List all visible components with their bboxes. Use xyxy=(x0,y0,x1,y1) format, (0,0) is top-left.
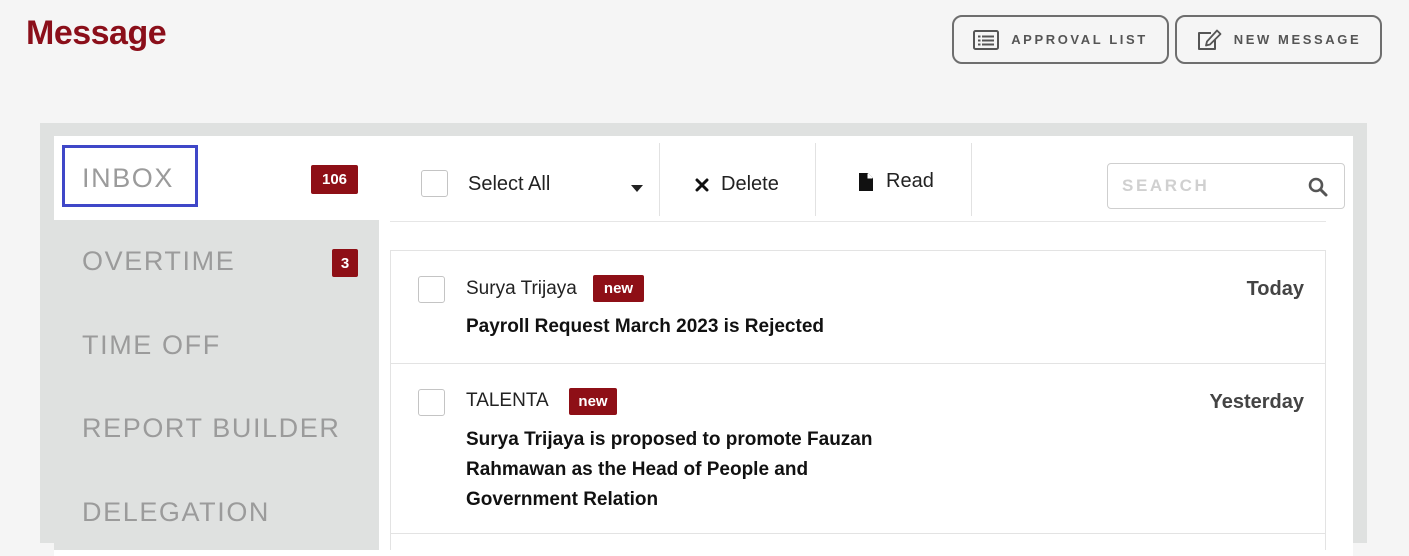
search-input[interactable] xyxy=(1122,172,1302,200)
list-item[interactable]: Surya Trijaya new Payroll Request March … xyxy=(391,251,1325,364)
delete-button[interactable]: Delete xyxy=(695,173,779,196)
message-checkbox[interactable] xyxy=(418,389,445,416)
edit-icon xyxy=(1196,29,1222,51)
sidebar-item-report-builder[interactable]: REPORT BUILDER xyxy=(82,413,340,444)
sidebar-item-inbox[interactable]: INBOX xyxy=(82,163,174,194)
message-sender: TALENTA xyxy=(466,390,549,411)
list-item[interactable]: TALENTA new Surya Trijaya is proposed to… xyxy=(391,364,1325,534)
message-subject-line: Government Relation xyxy=(466,489,659,510)
list-icon xyxy=(973,29,1000,50)
message-list: Surya Trijaya new Payroll Request March … xyxy=(390,250,1326,550)
toolbar-divider-line xyxy=(390,221,1326,222)
search-box xyxy=(1107,163,1345,209)
search-icon[interactable] xyxy=(1308,177,1328,202)
toolbar-divider xyxy=(971,143,972,216)
read-label: Read xyxy=(886,170,934,192)
toolbar-divider xyxy=(815,143,816,216)
inbox-count-badge: 106 xyxy=(311,165,358,194)
close-icon xyxy=(695,178,709,192)
message-date: Today xyxy=(1246,278,1304,300)
message-subject-line: Rahmawan as the Head of People and xyxy=(466,459,809,480)
document-icon xyxy=(858,172,874,192)
message-panel: INBOX 106 OVERTIME 3 TIME OFF REPORT BUI… xyxy=(40,123,1367,556)
select-all-label[interactable]: Select All xyxy=(468,173,550,196)
new-badge: new xyxy=(569,388,617,415)
select-all-checkbox[interactable] xyxy=(421,170,448,197)
read-button[interactable]: Read xyxy=(858,170,934,193)
sidebar-item-overtime[interactable]: OVERTIME xyxy=(82,246,235,277)
message-subject: Payroll Request March 2023 is Rejected xyxy=(466,316,824,337)
message-sender: Surya Trijaya xyxy=(466,278,577,299)
new-message-label: NEW MESSAGE xyxy=(1233,32,1362,47)
new-message-button[interactable]: NEW MESSAGE xyxy=(1175,15,1382,64)
delete-label: Delete xyxy=(721,173,779,195)
toolbar-divider xyxy=(659,143,660,216)
sidebar: OVERTIME 3 TIME OFF REPORT BUILDER DELEG… xyxy=(54,220,379,550)
overtime-count-badge: 3 xyxy=(332,249,358,277)
sidebar-item-time-off[interactable]: TIME OFF xyxy=(82,330,221,361)
message-checkbox[interactable] xyxy=(418,276,445,303)
message-date: Yesterday xyxy=(1209,391,1304,413)
approval-list-label: APPROVAL LIST xyxy=(1011,32,1148,47)
page-title: Message xyxy=(26,14,167,52)
message-subject: Surya Trijaya is proposed to promote Fau… xyxy=(466,425,886,515)
new-badge: new xyxy=(593,275,644,302)
message-subject-line: Surya Trijaya is proposed to promote Fau… xyxy=(466,429,873,450)
sidebar-item-delegation[interactable]: DELEGATION xyxy=(82,497,270,528)
caret-down-icon[interactable] xyxy=(631,180,643,198)
approval-list-button[interactable]: APPROVAL LIST xyxy=(952,15,1169,64)
